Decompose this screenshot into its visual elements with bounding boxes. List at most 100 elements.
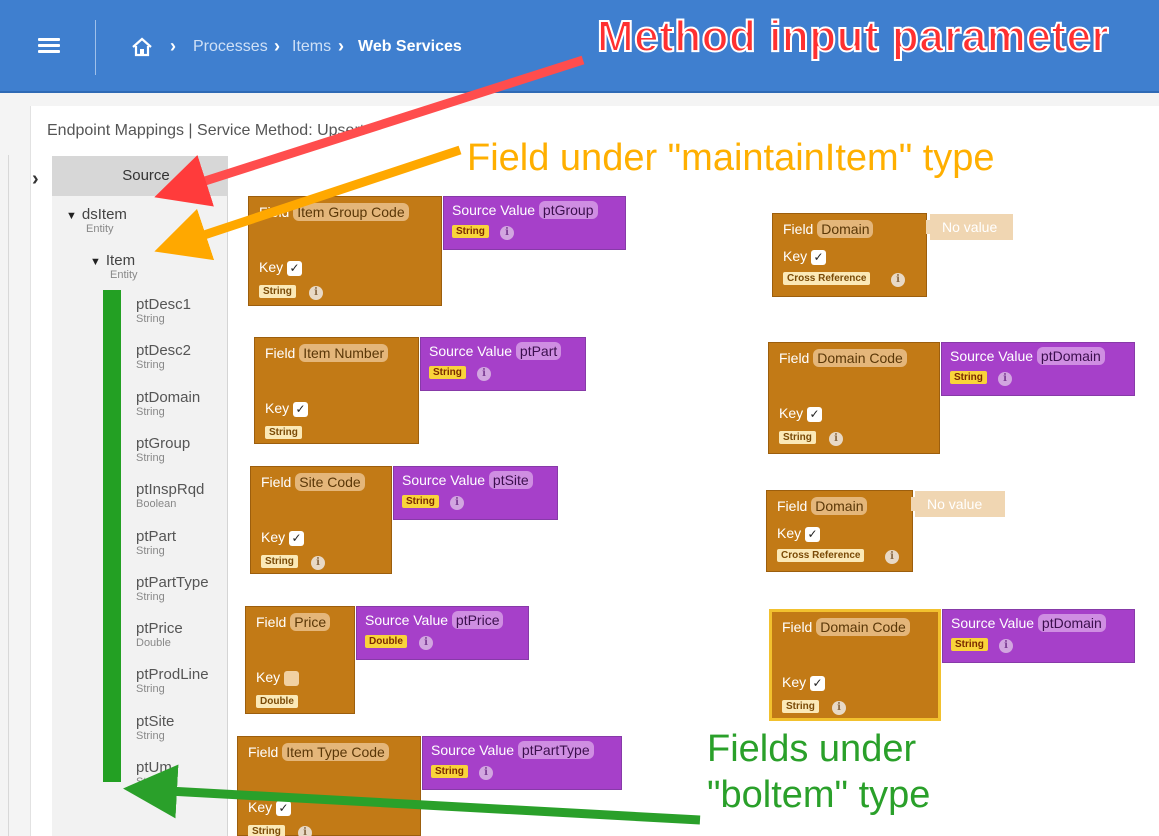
source-value-block[interactable]: Source Value ptPart String i xyxy=(420,337,586,391)
tree-leaf-name: ptPartType xyxy=(136,573,209,591)
source-value-name[interactable]: ptDomain xyxy=(1037,614,1106,632)
field-block[interactable]: Field Domain Code Key ✓ String i xyxy=(769,609,941,721)
field-name[interactable]: Price xyxy=(290,613,331,631)
source-value-block[interactable]: Source Value ptGroup String i xyxy=(443,196,626,250)
field-name[interactable]: Item Group Code xyxy=(293,203,409,221)
info-icon[interactable]: i xyxy=(311,556,325,570)
key-checkbox[interactable]: ✓ xyxy=(276,800,292,816)
field-block[interactable]: Field Item Group Code Key ✓ String i xyxy=(248,196,442,306)
info-icon[interactable]: i xyxy=(500,226,514,240)
breadcrumb-chevron-icon: › xyxy=(274,36,280,56)
info-icon[interactable]: i xyxy=(477,367,491,381)
annotation-bo-item: Fields under "boltem" type xyxy=(707,728,931,816)
breadcrumb-items[interactable]: Items xyxy=(292,38,331,56)
field-name[interactable]: Item Type Code xyxy=(282,743,389,761)
expand-panel-chevron-icon[interactable]: › xyxy=(32,168,39,191)
source-value-name[interactable]: ptSite xyxy=(488,471,533,489)
source-value-block[interactable]: Source Value ptPartType String i xyxy=(422,736,622,790)
info-icon[interactable]: i xyxy=(479,766,493,780)
tree-leaf-name: ptSite xyxy=(136,712,175,730)
field-name[interactable]: Domain xyxy=(817,220,874,238)
field-block[interactable]: Field Domain Key ✓ Cross Reference i xyxy=(766,490,913,572)
source-value-block[interactable]: Source Value ptDomain String i xyxy=(941,342,1135,396)
key-checkbox[interactable]: ✓ xyxy=(807,406,823,422)
field-label: Field xyxy=(261,474,296,490)
annotation-maintain-item: Field under "maintainItem" type xyxy=(467,137,995,179)
info-icon[interactable]: i xyxy=(450,496,464,510)
field-name[interactable]: Domain Code xyxy=(816,618,910,636)
info-icon[interactable]: i xyxy=(999,639,1013,653)
field-name[interactable]: Domain xyxy=(811,497,868,515)
tree-leaf-ptdesc1[interactable]: ptDesc1 String xyxy=(136,296,191,325)
field-block[interactable]: Field Domain Code Key ✓ String i xyxy=(768,342,940,454)
key-checkbox[interactable] xyxy=(284,670,300,686)
field-label: Field xyxy=(782,619,817,635)
source-type-badge: String xyxy=(951,638,988,651)
field-name[interactable]: Item Number xyxy=(299,344,389,362)
key-label: Key xyxy=(779,405,808,421)
source-value-name[interactable]: ptPart xyxy=(515,342,562,360)
key-row: Key ✓ xyxy=(261,529,305,546)
header-divider xyxy=(95,20,96,75)
tree-leaf-ptdomain[interactable]: ptDomain String xyxy=(136,389,200,418)
info-icon[interactable]: i xyxy=(829,432,843,446)
info-icon[interactable]: i xyxy=(891,273,905,287)
tree-leaf-ptprice[interactable]: ptPrice Double xyxy=(136,620,183,649)
tree-leaf-ptdesc2[interactable]: ptDesc2 String xyxy=(136,342,191,371)
expand-triangle-icon[interactable]: ▼ xyxy=(90,256,101,268)
tree-leaf-ptprodline[interactable]: ptProdLine String xyxy=(136,666,209,695)
source-tree-header: Source xyxy=(52,156,228,196)
info-icon[interactable]: i xyxy=(885,550,899,564)
key-checkbox[interactable]: ✓ xyxy=(293,401,309,417)
source-value-name[interactable]: ptPrice xyxy=(451,611,504,629)
no-value-block[interactable]: No value xyxy=(930,214,1013,240)
connector-nub xyxy=(911,497,919,511)
source-value-row: Source Value ptPart xyxy=(429,342,562,360)
home-icon[interactable] xyxy=(131,37,153,57)
info-icon[interactable]: i xyxy=(419,636,433,650)
field-type-badge: String xyxy=(779,431,816,444)
field-block[interactable]: Field Site Code Key ✓ String i xyxy=(250,466,392,574)
tree-node-dsitem[interactable]: ▼ dsItem Entity xyxy=(66,206,127,235)
tree-leaf-ptsite[interactable]: ptSite String xyxy=(136,713,174,742)
source-value-block[interactable]: Source Value ptSite String i xyxy=(393,466,558,520)
field-block[interactable]: Field Item Number Key ✓ String xyxy=(254,337,419,444)
connector-nub xyxy=(926,220,934,234)
tree-node-item[interactable]: ▼ Item Entity xyxy=(90,252,138,281)
key-checkbox[interactable]: ✓ xyxy=(811,249,827,265)
tree-leaf-ptparttype[interactable]: ptPartType String xyxy=(136,574,209,603)
tree-leaf-name: ptPrice xyxy=(136,620,183,638)
field-type-badge: String xyxy=(265,426,302,439)
tree-leaf-type: String xyxy=(136,405,165,418)
field-label: Field xyxy=(248,744,283,760)
key-label: Key xyxy=(265,400,294,416)
info-icon[interactable]: i xyxy=(998,372,1012,386)
source-value-block[interactable]: Source Value ptPrice Double i xyxy=(356,606,529,660)
no-value-block[interactable]: No value xyxy=(915,491,1005,517)
field-name[interactable]: Domain Code xyxy=(813,349,907,367)
source-value-name[interactable]: ptDomain xyxy=(1036,347,1105,365)
key-checkbox[interactable]: ✓ xyxy=(289,530,305,546)
hamburger-menu-icon[interactable] xyxy=(38,38,60,54)
info-icon[interactable]: i xyxy=(832,701,846,715)
tree-leaf-ptum[interactable]: ptUm String xyxy=(136,759,172,788)
expand-triangle-icon[interactable]: ▼ xyxy=(66,210,77,222)
key-checkbox[interactable]: ✓ xyxy=(805,526,821,542)
info-icon[interactable]: i xyxy=(309,286,323,300)
source-value-name[interactable]: ptPartType xyxy=(517,741,594,759)
key-checkbox[interactable]: ✓ xyxy=(810,675,826,691)
source-value-block[interactable]: Source Value ptDomain String i xyxy=(942,609,1135,663)
tree-leaf-ptgroup[interactable]: ptGroup String xyxy=(136,435,190,464)
field-block[interactable]: Field Price Key Double xyxy=(245,606,355,714)
tree-leaf-ptpart[interactable]: ptPart String xyxy=(136,528,176,557)
field-name[interactable]: Site Code xyxy=(295,473,365,491)
left-rail xyxy=(8,155,9,836)
tree-leaf-ptinsprqd[interactable]: ptInspRqd Boolean xyxy=(136,481,204,510)
source-type-badge: String xyxy=(431,765,468,778)
breadcrumb-processes[interactable]: Processes xyxy=(193,38,268,56)
key-checkbox[interactable]: ✓ xyxy=(287,260,303,276)
field-block[interactable]: Field Item Type Code Key ✓ String i xyxy=(237,736,421,836)
source-value-name[interactable]: ptGroup xyxy=(538,201,598,219)
info-icon[interactable]: i xyxy=(298,826,312,836)
field-block[interactable]: Field Domain Key ✓ Cross Reference i xyxy=(772,213,927,297)
